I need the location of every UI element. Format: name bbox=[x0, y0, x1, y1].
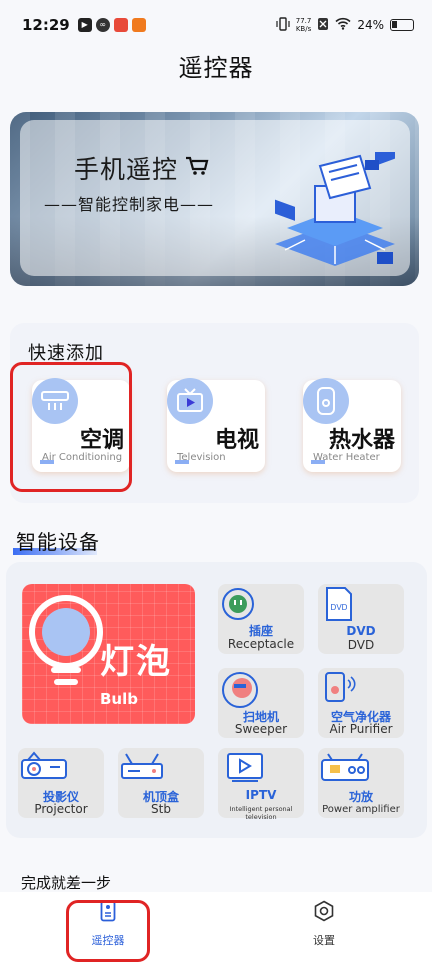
bulb-icon bbox=[26, 592, 106, 706]
promo-banner[interactable]: 手机遥控 ——智能控制家电—— bbox=[10, 112, 419, 286]
vibrate-icon bbox=[276, 16, 290, 34]
status-time: 12:29 bbox=[22, 16, 70, 34]
projector-icon bbox=[20, 750, 68, 788]
bulb-sublabel: Bulb bbox=[100, 690, 138, 708]
isometric-network-illustration bbox=[265, 144, 405, 276]
device-iptv[interactable]: IPTV Intelligent personal television bbox=[218, 748, 304, 821]
quick-add-label: 电视 bbox=[214, 428, 259, 453]
set-top-box-icon bbox=[120, 750, 168, 788]
iptv-icon bbox=[226, 750, 266, 788]
bulb-label: 灯泡 bbox=[100, 642, 172, 682]
battery-percent: 24% bbox=[357, 18, 384, 32]
highlight-box-remote-tab bbox=[66, 900, 150, 962]
nav-label: 设置 bbox=[313, 934, 335, 947]
device-sublabel: Projector bbox=[34, 802, 88, 816]
device-sublabel: Air Purifier bbox=[329, 722, 393, 736]
svg-text:DVD: DVD bbox=[331, 603, 348, 612]
wifi-icon bbox=[335, 17, 351, 33]
device-projector[interactable]: 投影仪 Projector bbox=[18, 748, 104, 818]
highlight-box-air-conditioner bbox=[10, 362, 132, 492]
device-receptacle[interactable]: 插座 Receptacle bbox=[218, 584, 304, 654]
next-step-label: 完成就差一步 bbox=[21, 874, 112, 892]
shopping-cart-icon bbox=[185, 156, 209, 180]
device-label: IPTV bbox=[245, 788, 277, 802]
app-icon: ∞ bbox=[95, 18, 110, 32]
app-icon bbox=[113, 18, 128, 32]
device-sublabel: DVD bbox=[347, 638, 375, 652]
quick-add-label: 热水器 bbox=[328, 428, 395, 453]
dvd-icon: DVD bbox=[324, 586, 354, 626]
water-heater-icon bbox=[303, 378, 349, 424]
settings-icon bbox=[284, 900, 364, 926]
device-sublabel: Stb bbox=[151, 802, 171, 816]
app-icon bbox=[131, 18, 146, 32]
network-speed-unit: KB/s bbox=[295, 25, 312, 33]
page-title: 遥控器 bbox=[178, 54, 254, 82]
device-label: 功放 bbox=[348, 790, 373, 804]
power-amplifier-icon bbox=[320, 750, 370, 788]
nav-settings[interactable]: 设置 bbox=[284, 900, 364, 948]
banner-subtitle: ——智能控制家电—— bbox=[44, 195, 215, 214]
smart-devices-heading: 智能设备 bbox=[13, 526, 100, 555]
television-icon bbox=[167, 378, 213, 424]
device-power-amplifier[interactable]: 功放 Power amplifier bbox=[318, 748, 404, 818]
quick-add-sublabel: Television bbox=[175, 452, 226, 464]
quick-add-sublabel: Water Heater bbox=[311, 452, 380, 464]
device-sublabel: Sweeper bbox=[234, 722, 288, 736]
receptacle-icon bbox=[220, 586, 256, 626]
device-label: DVD bbox=[346, 624, 376, 638]
device-sublabel: Receptacle bbox=[227, 637, 295, 651]
device-sublabel: Power amplifier bbox=[322, 804, 400, 815]
device-set-top-box[interactable]: 机顶盒 Stb bbox=[118, 748, 204, 818]
status-bar: 12:29 ▶ ∞ 77.7 KB/s 24% bbox=[0, 0, 432, 50]
network-speed: 77.7 KB/s bbox=[296, 17, 312, 33]
banner-title: 手机遥控 bbox=[74, 155, 179, 184]
smart-devices-heading-text: 智能设备 bbox=[16, 530, 100, 554]
sim-off-icon bbox=[317, 17, 329, 34]
device-sweeper[interactable]: 扫地机 Sweeper bbox=[218, 668, 304, 738]
network-speed-value: 77.7 bbox=[295, 17, 312, 25]
quick-add-water-heater[interactable]: 热水器 Water Heater bbox=[303, 378, 401, 472]
quick-add-heading-text: 快速添加 bbox=[28, 343, 104, 364]
battery-icon bbox=[390, 19, 414, 31]
device-dvd[interactable]: DVD DVD DVD bbox=[318, 584, 404, 654]
quick-add-television[interactable]: 电视 Television bbox=[167, 378, 265, 472]
device-sublabel: Intelligent personal television bbox=[229, 805, 293, 821]
air-purifier-icon bbox=[322, 670, 356, 708]
media-app-icon: ▶ bbox=[77, 18, 92, 32]
bottom-nav: 遥控器 设置 bbox=[0, 892, 432, 964]
device-bulb[interactable]: 灯泡 Bulb bbox=[22, 584, 195, 724]
device-air-purifier[interactable]: 空气净化器 Air Purifier bbox=[318, 668, 404, 738]
